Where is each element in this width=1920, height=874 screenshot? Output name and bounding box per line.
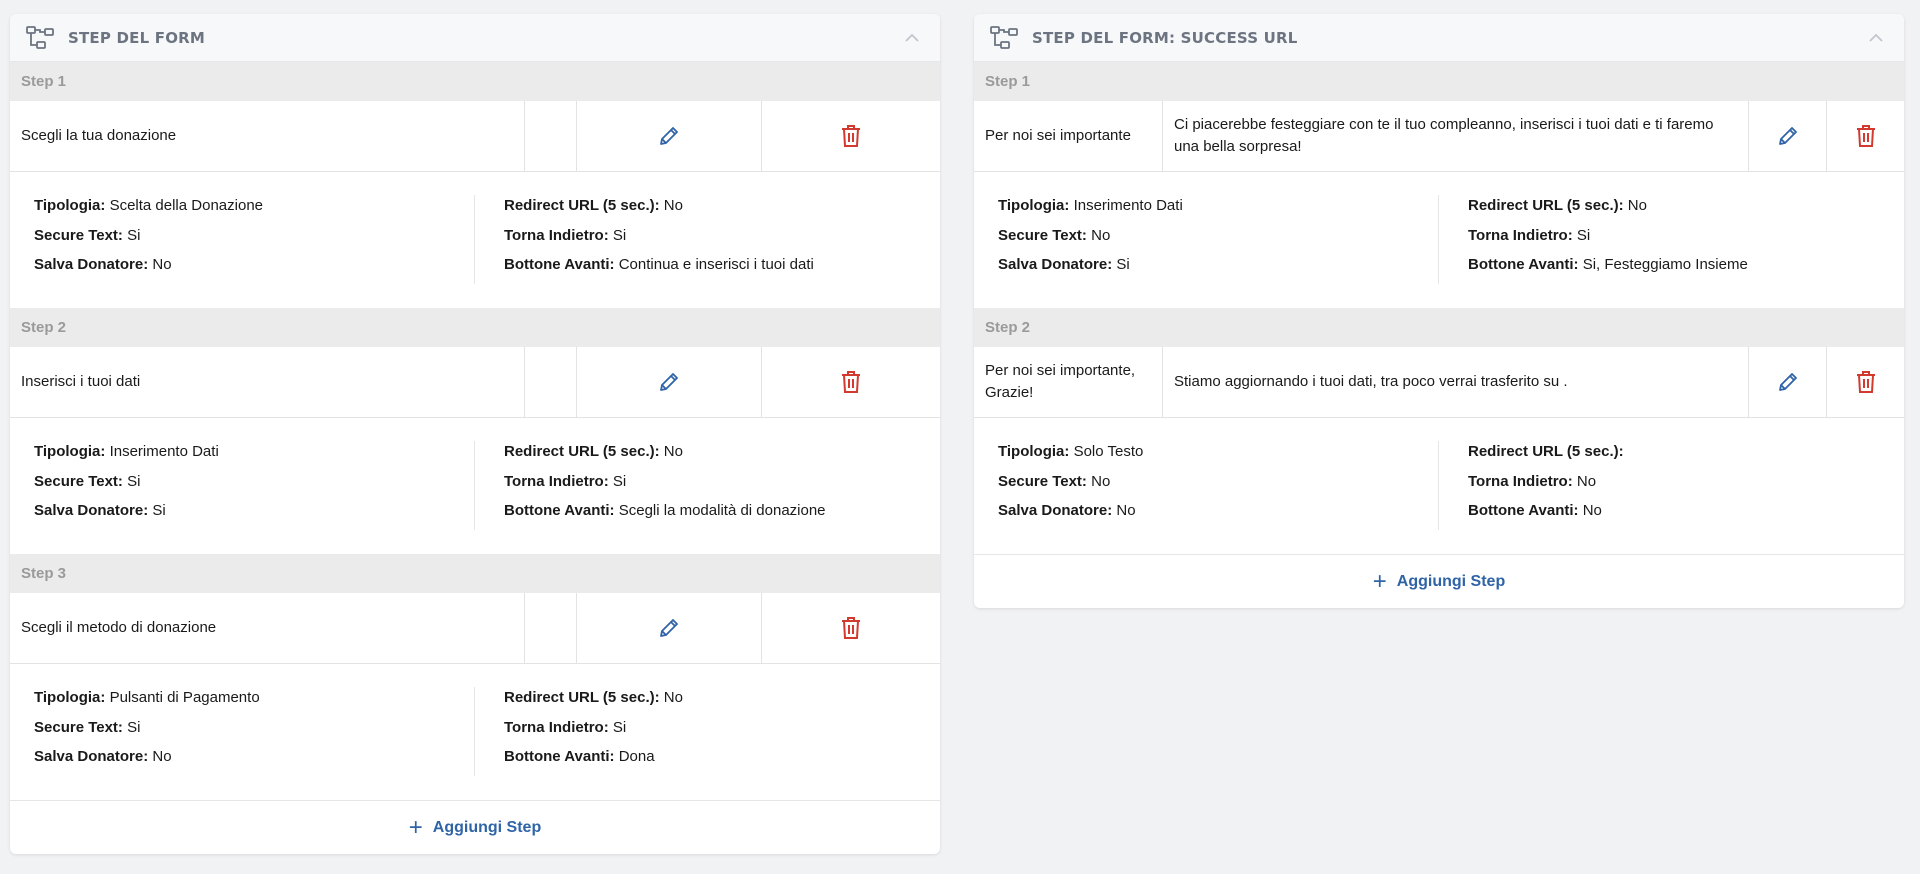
- detail-salva-donatore: Salva Donatore: No: [34, 256, 172, 273]
- detail-tipologia: Tipologia: Pulsanti di Pagamento: [34, 689, 260, 706]
- step-label: Step 1: [974, 62, 1904, 101]
- detail-tipologia: Tipologia: Inserimento Dati: [34, 443, 219, 460]
- detail-tipologia: Tipologia: Scelta della Donazione: [34, 197, 263, 214]
- pencil-icon: [660, 619, 678, 637]
- trash-icon: [1856, 125, 1875, 147]
- add-step-button[interactable]: + Aggiungi Step: [10, 800, 940, 854]
- step-details: Tipologia: Pulsanti di Pagamento Secure …: [10, 664, 940, 800]
- pencil-icon: [1778, 127, 1797, 145]
- step-details: Tipologia: Inserimento Dati Secure Text:…: [974, 172, 1904, 308]
- step-label: Step 1: [10, 62, 940, 101]
- steps-panel: STEP DEL FORM Step 1 Scegli la tua donaz…: [10, 14, 940, 854]
- pencil-icon: [660, 127, 678, 145]
- detail-secure-text: Secure Text: No: [998, 226, 1111, 244]
- trash-icon: [1856, 371, 1875, 393]
- step-1: Step 1 Scegli la tua donazione Tipologia…: [10, 62, 940, 308]
- detail-bottone-avanti: Bottone Avanti: Si, Festeggiamo Insieme: [1468, 256, 1748, 273]
- step-1: Step 1 Per noi sei importante Ci piacere…: [974, 62, 1904, 308]
- detail-torna-indietro: Torna Indietro: Si: [504, 718, 627, 736]
- detail-torna-indietro: Torna Indietro: Si: [504, 226, 627, 244]
- step-2: Step 2 Inserisci i tuoi dati Tipologia: …: [10, 308, 940, 554]
- detail-redirect-url: Redirect URL (5 sec.):: [1468, 443, 1624, 460]
- detail-redirect-url: Redirect URL (5 sec.): No: [504, 443, 683, 460]
- add-step-button[interactable]: + Aggiungi Step: [974, 554, 1904, 608]
- sitemap-icon: [990, 25, 1018, 50]
- step-details: Tipologia: Solo Testo Secure Text: No Sa…: [974, 418, 1904, 554]
- step-row: Per noi sei importante, Grazie! Stiamo a…: [974, 347, 1904, 418]
- step-description: Ci piacerebbe festeggiare con te il tuo …: [1163, 101, 1749, 171]
- step-3: Step 3 Scegli il metodo di donazione Tip…: [10, 554, 940, 800]
- detail-bottone-avanti: Bottone Avanti: Continua e inserisci i t…: [504, 256, 814, 273]
- detail-bottone-avanti: Bottone Avanti: No: [1468, 502, 1602, 519]
- success-steps-panel: STEP DEL FORM: SUCCESS URL Step 1 Per no…: [974, 14, 1904, 608]
- step-label: Step 2: [974, 308, 1904, 347]
- step-name: Scegli la tua donazione: [10, 101, 525, 171]
- edit-button[interactable]: [577, 101, 762, 171]
- chevron-up-icon[interactable]: [1866, 28, 1886, 48]
- detail-salva-donatore: Salva Donatore: No: [34, 748, 172, 765]
- detail-salva-donatore: Salva Donatore: Si: [998, 256, 1130, 273]
- edit-button[interactable]: [1749, 347, 1827, 417]
- detail-torna-indietro: Torna Indietro: Si: [1468, 226, 1591, 244]
- detail-redirect-url: Redirect URL (5 sec.): No: [1468, 197, 1647, 214]
- sitemap-icon: [26, 25, 54, 50]
- step-details: Tipologia: Scelta della Donazione Secure…: [10, 172, 940, 308]
- step-name: Per noi sei importante, Grazie!: [974, 347, 1163, 417]
- panel-header[interactable]: STEP DEL FORM: SUCCESS URL: [974, 14, 1904, 62]
- delete-button[interactable]: [1827, 347, 1904, 417]
- step-row: Per noi sei importante Ci piacerebbe fes…: [974, 101, 1904, 172]
- detail-bottone-avanti: Bottone Avanti: Scegli la modalità di do…: [504, 502, 826, 519]
- detail-torna-indietro: Torna Indietro: Si: [504, 472, 627, 490]
- edit-button[interactable]: [577, 347, 762, 417]
- trash-icon: [842, 371, 860, 393]
- detail-salva-donatore: Salva Donatore: Si: [34, 502, 166, 519]
- edit-button[interactable]: [1749, 101, 1827, 171]
- detail-redirect-url: Redirect URL (5 sec.): No: [504, 197, 683, 214]
- detail-secure-text: Secure Text: Si: [34, 226, 141, 244]
- step-name: Per noi sei importante: [974, 101, 1163, 171]
- delete-button[interactable]: [762, 101, 940, 171]
- pencil-icon: [660, 373, 678, 391]
- pencil-icon: [1778, 373, 1797, 391]
- detail-secure-text: Secure Text: Si: [34, 718, 141, 736]
- step-row: Scegli la tua donazione: [10, 101, 940, 172]
- panel-header[interactable]: STEP DEL FORM: [10, 14, 940, 62]
- chevron-up-icon[interactable]: [902, 28, 922, 48]
- detail-tipologia: Tipologia: Inserimento Dati: [998, 197, 1183, 214]
- edit-button[interactable]: [577, 593, 762, 663]
- step-label: Step 3: [10, 554, 940, 593]
- delete-button[interactable]: [762, 593, 940, 663]
- step-description: Stiamo aggiornando i tuoi dati, tra poco…: [1163, 347, 1749, 417]
- panel-title: STEP DEL FORM: SUCCESS URL: [1032, 28, 1298, 47]
- detail-bottone-avanti: Bottone Avanti: Dona: [504, 748, 655, 765]
- trash-icon: [842, 125, 860, 147]
- delete-button[interactable]: [762, 347, 940, 417]
- detail-salva-donatore: Salva Donatore: No: [998, 502, 1136, 519]
- detail-torna-indietro: Torna Indietro: No: [1468, 472, 1597, 490]
- step-name: Scegli il metodo di donazione: [10, 593, 525, 663]
- step-row: Inserisci i tuoi dati: [10, 347, 940, 418]
- step-row: Scegli il metodo di donazione: [10, 593, 940, 664]
- step-label: Step 2: [10, 308, 940, 347]
- detail-tipologia: Tipologia: Solo Testo: [998, 443, 1144, 460]
- delete-button[interactable]: [1827, 101, 1904, 171]
- trash-icon: [842, 617, 860, 639]
- panel-title: STEP DEL FORM: [68, 28, 206, 47]
- step-2: Step 2 Per noi sei importante, Grazie! S…: [974, 308, 1904, 554]
- detail-secure-text: Secure Text: Si: [34, 472, 141, 490]
- step-name: Inserisci i tuoi dati: [10, 347, 525, 417]
- plus-icon: +: [408, 813, 423, 841]
- add-step-label: Aggiungi Step: [432, 818, 542, 836]
- detail-secure-text: Secure Text: No: [998, 472, 1111, 490]
- detail-redirect-url: Redirect URL (5 sec.): No: [504, 689, 683, 706]
- add-step-label: Aggiungi Step: [1396, 572, 1506, 590]
- plus-icon: +: [1372, 567, 1387, 595]
- empty-cell: [525, 101, 577, 171]
- step-details: Tipologia: Inserimento Dati Secure Text:…: [10, 418, 940, 554]
- empty-cell: [525, 347, 577, 417]
- empty-cell: [525, 593, 577, 663]
